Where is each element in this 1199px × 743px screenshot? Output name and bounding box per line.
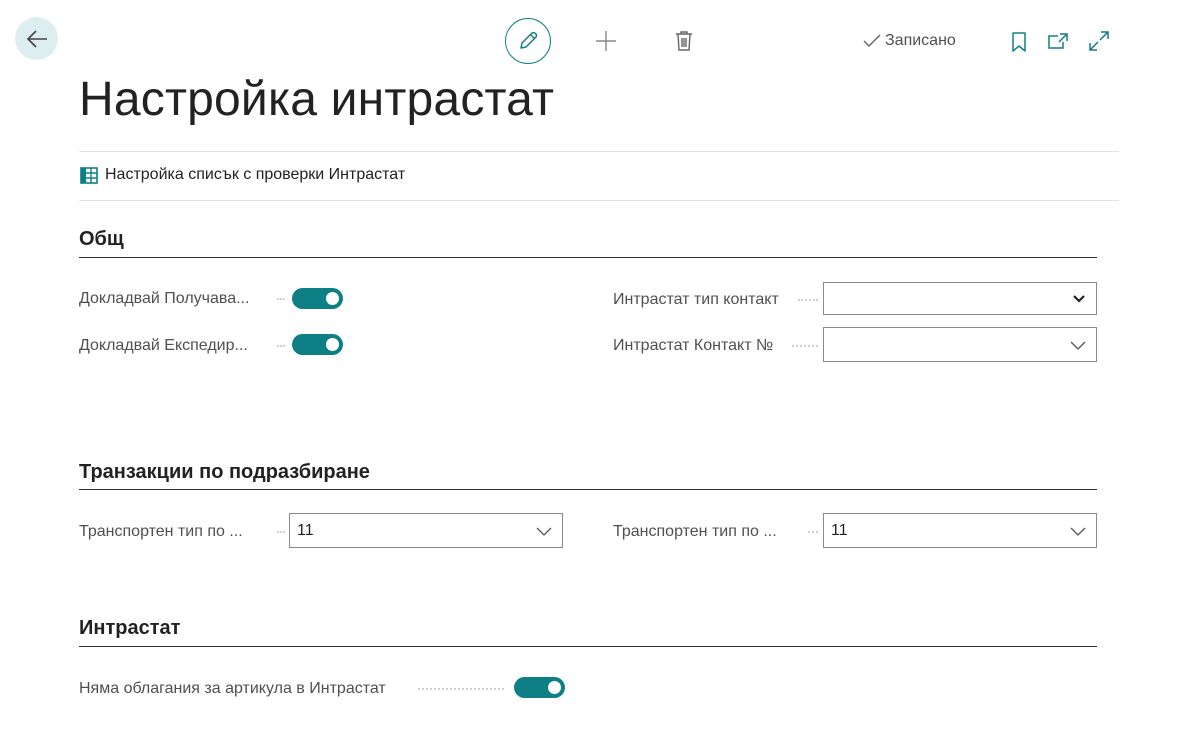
action-label: Настройка списък с проверки Интрастат — [105, 166, 406, 183]
section-title-default-transactions: Транзакции по подразбиране — [79, 461, 370, 483]
chevron-down-icon — [1070, 527, 1086, 536]
section-title-general: Общ — [79, 228, 124, 250]
bookmark-icon — [1012, 32, 1026, 52]
saved-label: Записано — [885, 32, 956, 49]
section-rule — [79, 257, 1097, 258]
dot-leader — [792, 345, 818, 347]
expand-icon — [1089, 31, 1109, 51]
transport-type-1-select[interactable]: 11 — [289, 513, 563, 548]
delete-button[interactable] — [673, 29, 695, 53]
transport-type-2-label: Транспортен тип по ... — [613, 523, 777, 540]
chevron-down-icon — [1073, 295, 1085, 303]
chevron-down-icon — [1070, 341, 1086, 350]
contact-type-select[interactable] — [823, 282, 1097, 315]
bookmark-button[interactable] — [1010, 31, 1028, 53]
report-shipments-label: Докладвай Експедир... — [79, 337, 248, 354]
transport-type-2-select[interactable]: 11 — [823, 513, 1097, 548]
section-rule — [79, 646, 1097, 647]
open-new-window-button[interactable] — [1047, 31, 1069, 51]
contact-no-lookup[interactable] — [823, 327, 1097, 362]
page-title: Настройка интрастат — [79, 73, 555, 126]
toggle-knob — [326, 292, 339, 305]
new-button[interactable] — [594, 29, 618, 53]
toggle-knob — [326, 338, 339, 351]
dot-leader — [277, 531, 285, 533]
trash-icon — [676, 31, 692, 51]
report-shipments-toggle[interactable] — [292, 334, 343, 355]
no-item-charges-label: Няма облагания за артикула в Интрастат — [79, 680, 386, 697]
plus-icon — [596, 31, 616, 51]
report-receipts-label: Докладвай Получава... — [79, 290, 250, 307]
saved-status: Записано — [862, 32, 956, 50]
transport-type-1-label: Транспортен тип по ... — [79, 523, 243, 540]
table-icon — [80, 166, 98, 184]
contact-type-label: Интрастат тип контакт — [613, 291, 779, 308]
contact-no-label: Интрастат Контакт № — [613, 337, 774, 354]
no-item-charges-toggle[interactable] — [514, 677, 565, 698]
dot-leader — [808, 531, 818, 533]
edit-button[interactable] — [505, 18, 551, 64]
action-intrastat-checklist-setup[interactable]: Настройка списък с проверки Интрастат — [80, 166, 405, 184]
section-title-intrastat: Интрастат — [79, 617, 181, 639]
divider — [79, 151, 1119, 152]
open-in-new-window-icon — [1048, 33, 1068, 49]
arrow-left-icon — [26, 29, 47, 48]
report-receipts-toggle[interactable] — [292, 288, 343, 309]
toggle-knob — [548, 681, 561, 694]
transport-type-2-value: 11 — [831, 521, 848, 539]
expand-button[interactable] — [1087, 29, 1111, 53]
chevron-down-icon — [536, 527, 552, 536]
dot-leader — [798, 299, 818, 301]
divider — [79, 200, 1119, 201]
dot-leader — [277, 345, 285, 347]
transport-type-1-value: 11 — [297, 521, 314, 539]
section-rule — [79, 489, 1097, 490]
checkmark-icon — [863, 34, 881, 47]
pencil-icon — [520, 31, 538, 49]
back-button[interactable] — [15, 17, 58, 60]
dot-leader — [277, 298, 285, 300]
dot-leader — [418, 688, 504, 690]
